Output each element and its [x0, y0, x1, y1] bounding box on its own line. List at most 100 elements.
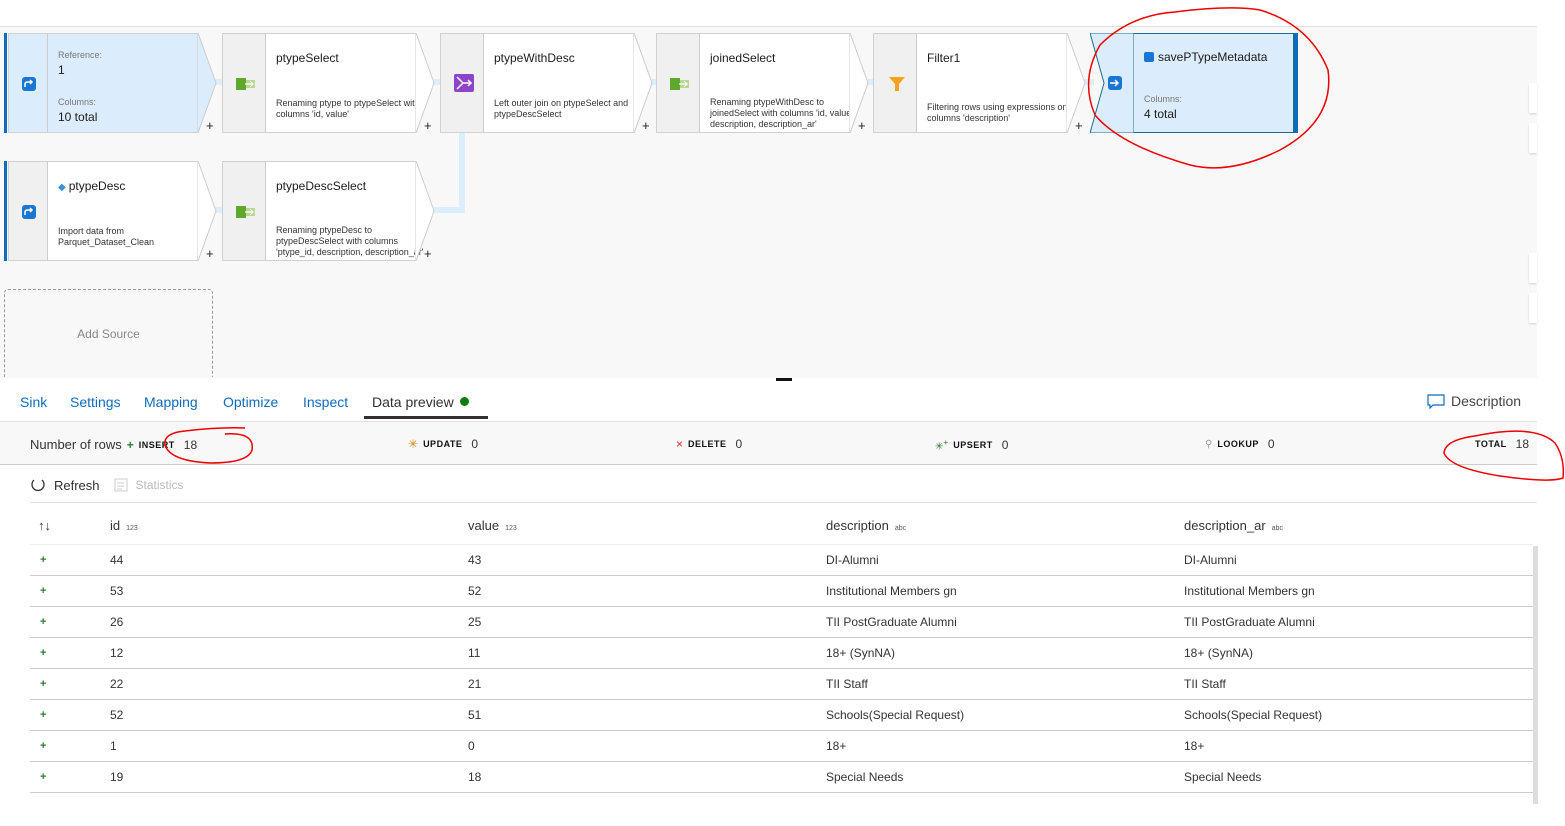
cell-id: 19 — [110, 761, 468, 793]
insert-marker-icon: + — [30, 606, 110, 638]
node-title: ptypeDescSelect — [276, 179, 367, 193]
insert-count: 18 — [183, 437, 198, 452]
add-transform-button[interactable]: + — [1075, 118, 1083, 133]
table-row[interactable]: +53 52 Institutional Members gn Institution… — [30, 575, 1533, 607]
row-stats-bar: Number of rows + INSERT 18 ✳ UPDATE 0 × … — [0, 421, 1537, 465]
cell-description: Special Needs — [826, 761, 1184, 793]
node-title: ptypeWithDesc — [494, 51, 575, 65]
add-transform-button[interactable]: + — [858, 118, 866, 133]
canvas-side-button[interactable] — [1529, 293, 1537, 323]
node-title: Filter1 — [927, 51, 961, 65]
number-of-rows-label: Number of rows — [30, 437, 122, 452]
tab-inspect[interactable]: Inspect — [303, 394, 348, 410]
cell-description-ar: 18+ (SynNA) — [1184, 637, 1533, 669]
cell-value: 25 — [468, 606, 826, 638]
column-header-description-ar[interactable]: description_ar abc — [1184, 508, 1533, 545]
node-description: Import data from Parquet_Dataset_Clean — [58, 226, 155, 247]
select-icon — [236, 206, 255, 218]
cell-description-ar: TII PostGraduate Alumni — [1184, 606, 1533, 638]
update-icon: ✳ — [408, 437, 419, 451]
cell-description: Schools(Special Request) — [826, 699, 1184, 731]
tab-mapping[interactable]: Mapping — [144, 394, 198, 410]
table-row[interactable]: +19 18 Special Needs Special Needs — [30, 761, 1533, 793]
insert-marker-icon: + — [30, 544, 110, 576]
upsert-count: 0 — [1001, 437, 1009, 452]
sink-icon — [1108, 76, 1122, 90]
cell-id: 52 — [110, 699, 468, 731]
cell-id: 12 — [110, 637, 468, 669]
select-icon — [236, 78, 255, 90]
node-savePTypeMetadata-sink[interactable]: savePTypeMetadata Columns: 4 total — [1090, 33, 1300, 133]
add-source-button[interactable]: Add Source — [4, 289, 213, 377]
column-header-id[interactable]: id 123 — [110, 508, 468, 545]
add-transform-button[interactable]: + — [206, 118, 214, 133]
active-tab-indicator — [364, 416, 488, 419]
add-transform-button[interactable]: + — [424, 246, 432, 261]
node-reference-source[interactable]: Reference: 1 Columns: 10 total + — [4, 33, 217, 133]
table-row[interactable]: +1 0 18+ 18+ — [30, 730, 1533, 762]
insert-marker-icon: + — [30, 637, 110, 669]
lookup-icon: ⚲ — [1205, 438, 1213, 450]
table-row[interactable]: +22 21 TII Staff TII Staff — [30, 668, 1533, 700]
cell-description: Institutional Members gn — [826, 575, 1184, 607]
table-row[interactable]: +12 11 18+ (SynNA) 18+ (SynNA) — [30, 637, 1533, 669]
delete-count: 0 — [735, 437, 743, 451]
table-row[interactable]: +44 43 DI-Alumni DI-Alumni — [30, 544, 1533, 576]
parquet-icon: ◆ — [58, 182, 66, 193]
refresh-button[interactable]: Refresh — [30, 477, 100, 493]
column-header-value[interactable]: value 123 — [468, 508, 826, 545]
node-ptypeDescSelect[interactable]: ptypeDescSelect Renaming ptypeDesc to pt… — [222, 161, 435, 261]
insert-marker-icon: + — [30, 730, 110, 762]
node-Filter1[interactable]: Filter1 Filtering rows using expressions… — [873, 33, 1086, 133]
divider — [30, 502, 1537, 503]
canvas-side-button[interactable] — [1529, 123, 1537, 153]
dataflow-canvas[interactable]: Reference: 1 Columns: 10 total + ptypeSe… — [0, 26, 1537, 378]
filter-icon — [889, 77, 905, 91]
add-transform-button[interactable]: + — [424, 118, 432, 133]
table-row[interactable]: +26 25 TII PostGraduate Alumni TII PostGrad… — [30, 606, 1533, 638]
type-badge: abc — [1271, 525, 1283, 533]
tab-sink[interactable]: Sink — [20, 394, 47, 410]
preview-toolbar: Refresh Statistics — [30, 470, 184, 500]
columns-label: Columns: — [1144, 94, 1183, 104]
node-title: joinedSelect — [710, 51, 776, 65]
node-ptypeWithDesc[interactable]: ptypeWithDesc Left outer join on ptypeSe… — [440, 33, 653, 133]
upsert-icon: ✳+ — [935, 437, 949, 453]
refresh-icon — [31, 479, 45, 492]
canvas-side-button[interactable] — [1529, 83, 1537, 113]
cell-value: 11 — [468, 637, 826, 669]
node-joinedSelect[interactable]: joinedSelect Renaming ptypeWithDesc to j… — [656, 33, 869, 133]
tab-optimize[interactable]: Optimize — [223, 394, 278, 410]
insert-marker-icon: + — [30, 575, 110, 607]
table-row[interactable]: +52 51 Schools(Special Request) Schools(Spe… — [30, 699, 1533, 731]
node-title: ptypeDesc — [68, 179, 126, 193]
statistics-icon — [114, 478, 128, 492]
canvas-side-button[interactable] — [1529, 253, 1537, 283]
node-description: Renaming ptypeDesc to ptypeDescSelect wi… — [276, 225, 424, 257]
add-transform-button[interactable]: + — [642, 118, 650, 133]
table-scrollbar[interactable] — [1533, 546, 1538, 804]
sql-icon — [1144, 52, 1154, 62]
description-button[interactable]: Description — [1427, 393, 1521, 409]
node-ptypeSelect[interactable]: ptypeSelect Renaming ptype to ptypeSelec… — [222, 33, 435, 133]
tab-settings[interactable]: Settings — [70, 394, 121, 410]
cell-description-ar: Schools(Special Request) — [1184, 699, 1533, 731]
total-label: TOTAL — [1475, 439, 1507, 449]
cell-value: 51 — [468, 699, 826, 731]
tab-bar: Sink Settings Mapping Optimize Inspect D… — [0, 384, 1537, 420]
delete-label: DELETE — [688, 439, 727, 449]
node-description: Left outer join on ptypeSelect and ptype… — [494, 98, 629, 119]
cell-description-ar: TII Staff — [1184, 668, 1533, 700]
column-header-description[interactable]: description abc — [826, 508, 1184, 545]
statistics-button[interactable]: Statistics — [114, 478, 184, 492]
node-ptypeDesc-source[interactable]: ◆ ptypeDesc Import data from Parquet_Data… — [4, 161, 217, 261]
tab-data-preview[interactable]: Data preview — [372, 394, 469, 410]
insert-icon: + — [126, 437, 134, 452]
select-icon — [670, 78, 689, 90]
columns-label: Columns: — [58, 97, 97, 107]
sort-toggle[interactable]: ↑↓ — [30, 508, 110, 545]
add-transform-button[interactable]: + — [206, 246, 214, 261]
panel-resize-handle[interactable] — [776, 378, 792, 381]
upsert-label: UPSERT — [953, 439, 993, 450]
lookup-count: 0 — [1267, 437, 1275, 451]
